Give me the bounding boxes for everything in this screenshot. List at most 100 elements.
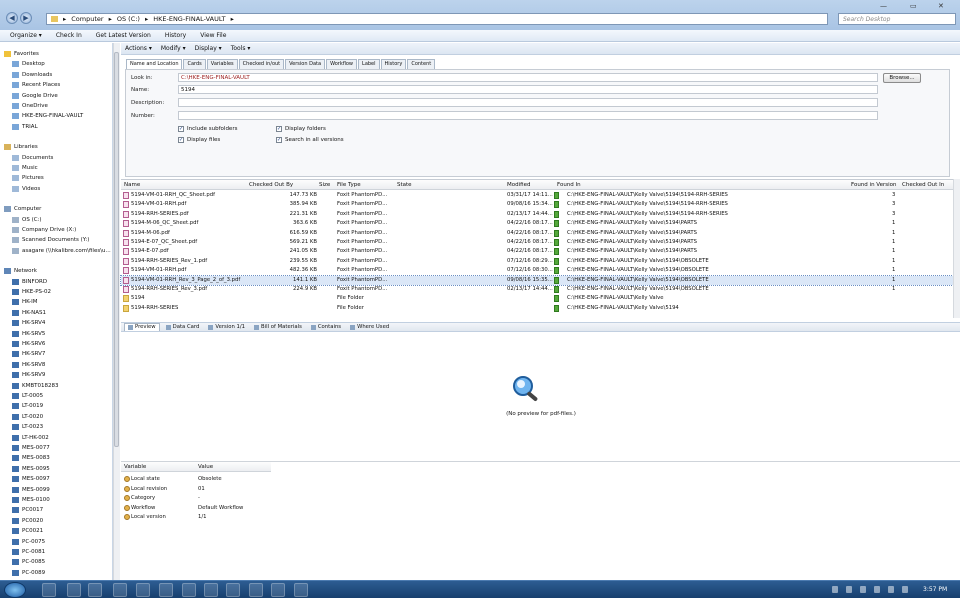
- include-subfolders-checkbox[interactable]: ✓ Include subfolders: [178, 126, 237, 132]
- sidebar-item-hk-nas1[interactable]: HK-NAS1: [12, 308, 46, 318]
- sidebar-item-scanned-documents-y[interactable]: Scanned Documents (Y:): [12, 235, 89, 245]
- tools-menu[interactable]: Tools ▾: [231, 45, 251, 52]
- taskbar-word-icon[interactable]: [159, 583, 173, 597]
- sidebar-item-asagare-hkalibre-com-files-u[interactable]: asagare (\\hkalibre.com\files\u...: [12, 246, 111, 256]
- sidebar-item-hke-ps-02[interactable]: HKE-PS-02: [12, 287, 51, 297]
- start-button[interactable]: [4, 582, 26, 598]
- sidebar-item-lt-0023[interactable]: LT-0023: [12, 422, 43, 432]
- tab-variables[interactable]: Variables: [206, 59, 238, 69]
- column-header-file-type[interactable]: File Type: [337, 182, 361, 188]
- sidebar-item-kmbt018283[interactable]: KMBT018283: [12, 381, 58, 391]
- maximize-icon[interactable]: ▭: [910, 1, 917, 11]
- search-all-versions-checkbox[interactable]: ✓ Search in all versions: [276, 137, 344, 143]
- tab-name-and-location[interactable]: Name and Location: [126, 59, 183, 69]
- table-row[interactable]: 5194-RRH-SERIES File Folder C:\HKE-ENG-FIN…: [121, 304, 953, 313]
- sidebar-item-pc-0089[interactable]: PC-0089: [12, 568, 45, 578]
- sidebar-item-lt-0019[interactable]: LT-0019: [12, 401, 43, 411]
- sidebar-item-desktop[interactable]: Desktop: [12, 59, 45, 69]
- sidebar-section-computer[interactable]: Computer: [4, 204, 41, 214]
- tray-icon[interactable]: [832, 586, 838, 593]
- sidebar-item-os-c[interactable]: OS (C:): [12, 215, 42, 225]
- table-row[interactable]: 5194-E-07.pdf 241.05 KB Foxit PhantomPD...…: [121, 247, 953, 256]
- sidebar-item-mes-0083[interactable]: MES-0083: [12, 453, 50, 463]
- display-menu[interactable]: Display ▾: [195, 45, 222, 52]
- tab-workflow[interactable]: Workflow: [326, 59, 358, 69]
- column-header-found-in-version[interactable]: Found in Version: [851, 182, 897, 188]
- sidebar-item-mes-0097[interactable]: MES-0097: [12, 474, 50, 484]
- sidebar-item-hk-srv8[interactable]: HK-SRV8: [12, 360, 45, 370]
- tray-icon[interactable]: [860, 586, 866, 593]
- battery-icon[interactable]: [902, 586, 908, 593]
- table-row[interactable]: 5194-RRH-SERIES_Rev_3.pdf 224.9 KB Foxit P…: [121, 285, 953, 294]
- description-field[interactable]: [178, 98, 878, 107]
- taskbar-outlook-icon[interactable]: [88, 583, 102, 597]
- tab-label[interactable]: Label: [358, 59, 380, 69]
- tab-content[interactable]: Content: [407, 59, 436, 69]
- sidebar-item-mes-0100[interactable]: MES-0100: [12, 495, 50, 505]
- preview-tab-contains[interactable]: Contains: [308, 323, 344, 331]
- sidebar-item-pc-0081[interactable]: PC-0081: [12, 547, 45, 557]
- table-row[interactable]: 5194-VM-01-RRH.pdf 385.94 KB Foxit Phantom…: [121, 200, 953, 209]
- sidebar-item-hk-im[interactable]: HK-IM: [12, 297, 38, 307]
- taskbar-solidworks-icon[interactable]: [204, 583, 218, 597]
- sidebar-section-favorites[interactable]: Favorites: [4, 49, 39, 59]
- sidebar-item-hk-srv4[interactable]: HK-SRV4: [12, 318, 45, 328]
- column-header-found-in[interactable]: Found In: [557, 182, 581, 188]
- back-button[interactable]: ◀: [6, 12, 18, 24]
- sidebar-section-libraries[interactable]: Libraries: [4, 142, 38, 152]
- sidebar-item-trial[interactable]: TRIAL: [12, 122, 38, 132]
- sidebar-item-pc-0075[interactable]: PC-0075: [12, 537, 45, 547]
- table-row[interactable]: 5194-VM-01-RRH.pdf 482.36 KB Foxit Phantom…: [121, 266, 953, 275]
- sidebar-scroll-thumb[interactable]: [114, 52, 119, 447]
- taskbar-app2-icon[interactable]: [226, 583, 240, 597]
- table-row[interactable]: 5194-E-07_QC_Sheet.pdf 569.21 KB Foxit Pha…: [121, 238, 953, 247]
- tab-history[interactable]: History: [380, 59, 407, 69]
- taskbar-chrome-icon[interactable]: [67, 583, 81, 597]
- close-icon[interactable]: ✕: [938, 1, 944, 11]
- sidebar-item-hk-srv7[interactable]: HK-SRV7: [12, 349, 45, 359]
- name-field[interactable]: 5194: [178, 85, 878, 94]
- sidebar-item-pc-0085[interactable]: PC-0085: [12, 557, 45, 567]
- sidebar-item-hk-srv6[interactable]: HK-SRV6: [12, 339, 45, 349]
- column-header-checked-out-in[interactable]: Checked Out In: [902, 182, 944, 188]
- sidebar-item-music[interactable]: Music: [12, 163, 38, 173]
- sidebar-item-lt-hk-002[interactable]: LT-HK-002: [12, 433, 49, 443]
- column-header-modified[interactable]: Modified: [507, 182, 530, 188]
- actions-menu[interactable]: Actions ▾: [125, 45, 152, 52]
- sidebar-item-lt-0005[interactable]: LT-0005: [12, 391, 43, 401]
- browse-button[interactable]: Browse...: [883, 73, 921, 83]
- forward-button[interactable]: ▶: [20, 12, 32, 24]
- check-in-button[interactable]: Check In: [56, 32, 82, 39]
- tab-cards[interactable]: Cards: [183, 59, 206, 69]
- table-row[interactable]: 5194-M-06.pdf 616.59 KB Foxit PhantomPD...…: [121, 229, 953, 238]
- preview-tab-bill-of-materials[interactable]: Bill of Materials: [251, 323, 305, 331]
- column-header-name[interactable]: Name: [124, 182, 140, 188]
- sidebar-item-pc0017[interactable]: PC0017: [12, 505, 43, 515]
- table-row[interactable]: 5194-VM-01-RRH_QC_Sheet.pdf 147.73 KB Foxi…: [121, 191, 953, 200]
- look-in-field[interactable]: C:\HKE-ENG-FINAL-VAULT: [178, 73, 878, 82]
- table-row[interactable]: 5194-RRH-SERIES.pdf 221.31 KB Foxit Phanto…: [121, 210, 953, 219]
- tray-icon[interactable]: [846, 586, 852, 593]
- sidebar-item-mes-0099[interactable]: MES-0099: [12, 485, 50, 495]
- address-segment-computer[interactable]: Computer: [71, 14, 103, 25]
- sidebar-item-hk-srv9[interactable]: HK-SRV9: [12, 370, 45, 380]
- get-latest-version-button[interactable]: Get Latest Version: [96, 32, 151, 39]
- sidebar-item-google-drive[interactable]: Google Drive: [12, 91, 58, 101]
- sidebar-item-company-drive-x[interactable]: Company Drive (X:): [12, 225, 76, 235]
- sidebar-item-onedrive[interactable]: OneDrive: [12, 101, 48, 111]
- sidebar-item-downloads[interactable]: Downloads: [12, 70, 52, 80]
- sidebar-section-network[interactable]: Network: [4, 266, 37, 276]
- sidebar-item-pictures[interactable]: Pictures: [12, 173, 44, 183]
- results-vertical-scrollbar[interactable]: [953, 179, 960, 318]
- taskbar-explorer-icon[interactable]: [42, 583, 56, 597]
- network-icon[interactable]: [874, 586, 880, 593]
- table-row[interactable]: 5194-M-06_QC_Sheet.pdf 363.6 KB Foxit Phan…: [121, 219, 953, 228]
- taskbar-app3-icon[interactable]: [249, 583, 263, 597]
- taskbar-clock[interactable]: 3:57 PM: [923, 586, 947, 593]
- sidebar-item-pc0020[interactable]: PC0020: [12, 516, 43, 526]
- number-field[interactable]: [178, 111, 878, 120]
- table-row[interactable]: 5194-RRH-SERIES_Rev_1.pdf 239.55 KB Foxit …: [121, 257, 953, 266]
- taskbar-app-icon[interactable]: [113, 583, 127, 597]
- tab-version-data[interactable]: Version Data: [285, 59, 326, 69]
- view-file-button[interactable]: View File: [200, 32, 226, 39]
